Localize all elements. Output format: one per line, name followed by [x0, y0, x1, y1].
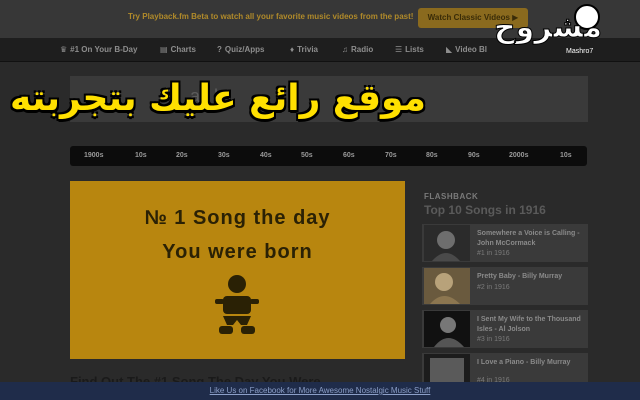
- card-line-1: № 1 Song the day: [144, 207, 331, 229]
- decade-link[interactable]: 50s: [301, 152, 313, 159]
- site-logo-watermark: مشروح Mashro7: [493, 4, 640, 64]
- music-note-icon: ♫: [342, 45, 348, 54]
- facebook-bar: Like Us on Facebook for More Awesome Nos…: [0, 382, 640, 400]
- song-thumbnail: [424, 311, 470, 347]
- decade-link[interactable]: 1900s: [84, 152, 103, 159]
- decade-link[interactable]: 70s: [385, 152, 397, 159]
- flashback-title: Top 10 Songs in 1916: [424, 203, 546, 217]
- song-thumbnail: [424, 225, 470, 261]
- decade-link[interactable]: 30s: [218, 152, 230, 159]
- lightbulb-icon: ♦: [290, 45, 295, 54]
- list-icon: ☰: [395, 45, 403, 54]
- song-list-item[interactable]: I Sent My Wife to the Thousand Isles - A…: [422, 310, 588, 348]
- song-rank: #2 in 1916: [477, 284, 510, 291]
- song-list-item[interactable]: Somewhere a Voice is Calling - John McCo…: [422, 224, 588, 262]
- nav-item-quiz-apps[interactable]: ? Quiz/Apps: [217, 45, 264, 54]
- chart-icon: ▤: [160, 45, 168, 54]
- decade-link[interactable]: 80s: [426, 152, 438, 159]
- song-rank: #1 in 1916: [477, 250, 510, 257]
- nav-label: Quiz/Apps: [224, 45, 265, 54]
- rss-icon: ◣: [446, 45, 453, 54]
- nav-item-birthday[interactable]: ♛ #1 On Your B-Day: [60, 45, 137, 54]
- decade-link[interactable]: 90s: [468, 152, 480, 159]
- nav-item-radio[interactable]: ♫ Radio: [342, 45, 373, 54]
- song-list-item[interactable]: Pretty Baby - Billy Murray #2 in 1916: [422, 267, 588, 305]
- decade-link[interactable]: 20s: [176, 152, 188, 159]
- flashback-label: FLASHBACK: [424, 192, 479, 201]
- nav-item-video-blog[interactable]: ◣ Video Bl: [446, 45, 487, 54]
- nav-label: #1 On Your B-Day: [70, 45, 138, 54]
- nav-item-charts[interactable]: ▤ Charts: [160, 45, 196, 54]
- decade-link[interactable]: 10s: [560, 152, 572, 159]
- song-title: Somewhere a Voice is Calling - John McCo…: [477, 230, 580, 247]
- logo-subtext: Mashro7: [566, 48, 594, 55]
- nav-label: Charts: [170, 45, 196, 54]
- decade-link[interactable]: 2000s: [509, 152, 528, 159]
- nav-label: Lists: [405, 45, 424, 54]
- nav-label: Trivia: [297, 45, 318, 54]
- overlay-headline: موقع رائع عليك بتجربته: [10, 78, 426, 119]
- decades-bar: 1900s 10s 20s 30s 40s 50s 60s 70s 80s 90…: [70, 146, 587, 166]
- song-title: I Sent My Wife to the Thousand Isles - A…: [477, 316, 581, 333]
- decade-link[interactable]: 60s: [343, 152, 355, 159]
- card-line-2: You were born: [162, 241, 313, 263]
- song-thumbnail: [424, 268, 470, 304]
- song-title: Pretty Baby - Billy Murray: [477, 273, 563, 280]
- song-title: I Love a Piano - Billy Murray: [477, 359, 571, 366]
- question-icon: ?: [217, 45, 222, 54]
- logo-text: مشروح: [493, 10, 603, 46]
- song-rank: #3 in 1916: [477, 336, 510, 343]
- cake-icon: ♛: [60, 45, 68, 54]
- nav-label: Radio: [351, 45, 374, 54]
- decade-link[interactable]: 10s: [135, 152, 147, 159]
- decade-link[interactable]: 40s: [260, 152, 272, 159]
- nav-item-trivia[interactable]: ♦ Trivia: [290, 45, 318, 54]
- facebook-link[interactable]: Like Us on Facebook for More Awesome Nos…: [0, 386, 640, 395]
- baby-icon: [215, 275, 259, 334]
- nav-item-lists[interactable]: ☰ Lists: [395, 45, 424, 54]
- promo-text: Try Playback.fm Beta to watch all your f…: [128, 12, 414, 21]
- nav-label: Video Bl: [455, 45, 488, 54]
